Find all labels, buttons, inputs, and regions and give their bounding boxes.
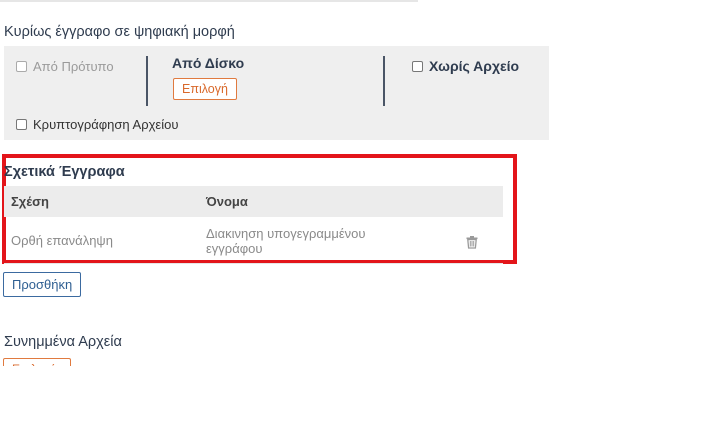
encrypt-label: Κρυπτογράφηση Αρχείου [33,117,179,132]
no-file-checkbox[interactable] [412,60,423,72]
table-header: Σχέση Όνομα [4,186,503,217]
from-template-label: Από Πρότυπο [33,59,114,74]
choose-file-button[interactable]: Επιλογή [173,78,237,100]
name-cell: Διακινηση υπογεγραμμένου εγγράφου [206,226,366,256]
encrypt-option[interactable]: Κρυπτογράφηση Αρχείου [16,117,178,132]
related-documents-table: Σχέση Όνομα Ορθή επανάληψη Διακινηση υπο… [4,186,503,264]
name-cell-line: εγγράφου [206,241,263,256]
no-file-option[interactable]: Χωρίς Αρχείο [412,58,519,74]
add-related-document-button[interactable]: Προσθήκη [3,272,82,297]
main-document-title: Κυρίως έγγραφο σε ψηφιακή μορφή [4,24,235,40]
from-template-option: Από Πρότυπο [16,59,114,74]
no-file-label: Χωρίς Αρχείο [429,58,520,74]
separator [383,56,385,106]
column-header-relation: Σχέση [11,194,49,209]
trash-icon[interactable] [465,235,479,249]
name-cell-line: Διακινηση υπογεγραμμένου [206,226,366,241]
file-source-panel: Από Πρότυπο Από Δίσκο Επιλογή Χωρίς Αρχε… [4,46,549,140]
from-disk-title: Από Δίσκο [172,55,245,71]
separator [146,56,148,106]
encrypt-checkbox[interactable] [16,119,27,130]
column-header-name: Όνομα [206,194,248,209]
table-row: Ορθή επανάληψη Διακινηση υπογεγραμμένου … [4,217,503,264]
choose-attachment-button[interactable]: Επιλογή [3,358,71,366]
related-documents-title: Σχετικά Έγγραφα [4,164,125,180]
relation-cell: Ορθή επανάληψη [11,233,113,248]
from-template-checkbox [16,61,27,72]
top-divider [0,0,418,2]
attached-files-title: Συνημμένα Αρχεία [4,334,122,350]
